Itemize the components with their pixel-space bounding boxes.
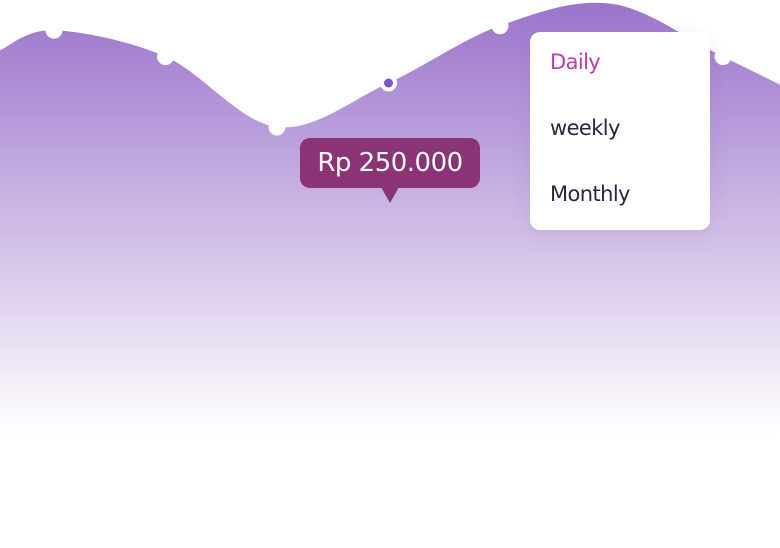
- period-option-weekly[interactable]: weekly: [550, 116, 620, 140]
- period-option-monthly[interactable]: Monthly: [550, 182, 630, 206]
- data-point[interactable]: [157, 48, 174, 66]
- tooltip-pointer: [381, 187, 399, 203]
- data-point[interactable]: [491, 17, 509, 35]
- value-tooltip: Rp 250.000: [300, 138, 480, 188]
- data-point[interactable]: [268, 118, 286, 136]
- data-point[interactable]: [45, 21, 63, 39]
- highlighted-point-center: [384, 78, 393, 88]
- period-option-daily[interactable]: Daily: [550, 50, 601, 74]
- period-dropdown-menu: Daily weekly Monthly: [530, 32, 710, 230]
- data-point[interactable]: [714, 48, 732, 66]
